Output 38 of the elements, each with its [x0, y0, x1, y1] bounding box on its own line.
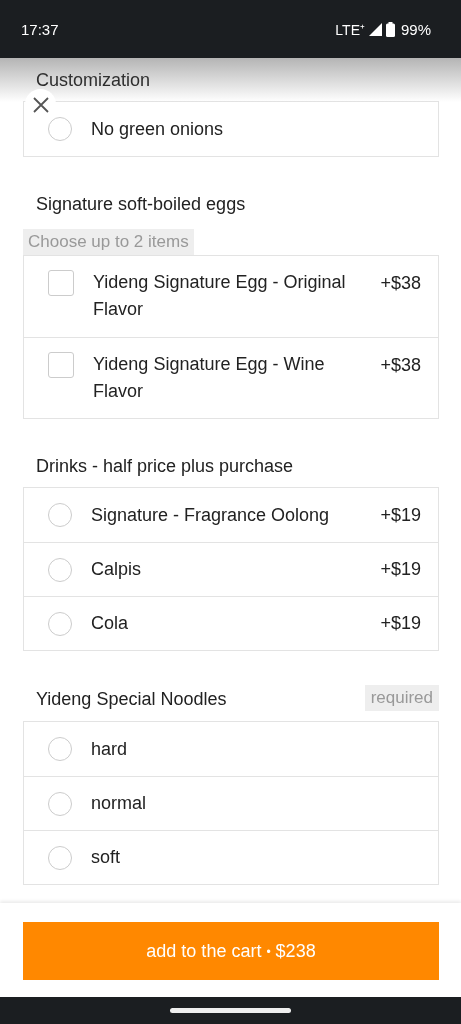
close-icon — [31, 95, 50, 114]
clock-time: 17:37 — [21, 20, 59, 38]
option-row[interactable]: No green onions — [24, 102, 438, 156]
selection-hint: Choose up to 2 items — [23, 229, 194, 255]
option-row[interactable]: normal — [24, 776, 438, 830]
battery-icon — [385, 21, 395, 37]
home-indicator[interactable] — [170, 1008, 291, 1013]
battery-percent: 99% — [400, 20, 431, 38]
checkbox[interactable] — [48, 352, 74, 378]
option-label: soft — [91, 846, 121, 869]
option-price: +$19 — [380, 612, 421, 635]
section-title: Yideng Special Noodles — [36, 688, 227, 710]
option-price: +$19 — [380, 503, 421, 527]
option-row[interactable]: Calpis +$19 — [24, 542, 438, 596]
option-row[interactable]: hard — [24, 722, 438, 776]
option-row[interactable]: Yideng Signature Egg - Original Flavor +$38 — [24, 256, 438, 337]
signal-icon — [368, 22, 382, 36]
option-price: +$19 — [380, 558, 421, 581]
section-title: Drinks - half price plus purchase — [36, 455, 294, 477]
network-type: LTE⁺ — [335, 20, 365, 39]
option-row[interactable]: Yideng Signature Egg - Wine Flavor +$38 — [24, 337, 438, 418]
option-label: normal — [91, 792, 148, 815]
section-title: Customization — [36, 69, 151, 91]
option-label: Calpis — [91, 558, 143, 581]
option-label: hard — [91, 737, 129, 761]
checkbox[interactable] — [48, 270, 74, 296]
option-row[interactable]: soft — [24, 830, 438, 884]
section-title: Signature soft-boiled eggs — [36, 193, 246, 215]
option-price: +$38 — [380, 354, 421, 377]
option-label: Yideng Signature Egg - Original Flavor — [93, 271, 347, 321]
option-row[interactable]: Cola +$19 — [24, 596, 438, 650]
option-label: Yideng Signature Egg - Wine Flavor — [93, 353, 326, 403]
option-label: Cola — [91, 612, 130, 635]
option-row[interactable]: Signature - Fragrance Oolong +$19 — [24, 488, 438, 542]
option-label: No green onions — [91, 117, 225, 141]
required-badge: required — [364, 685, 439, 711]
option-label: Signature - Fragrance Oolong — [91, 503, 331, 527]
option-price: +$38 — [380, 272, 421, 295]
